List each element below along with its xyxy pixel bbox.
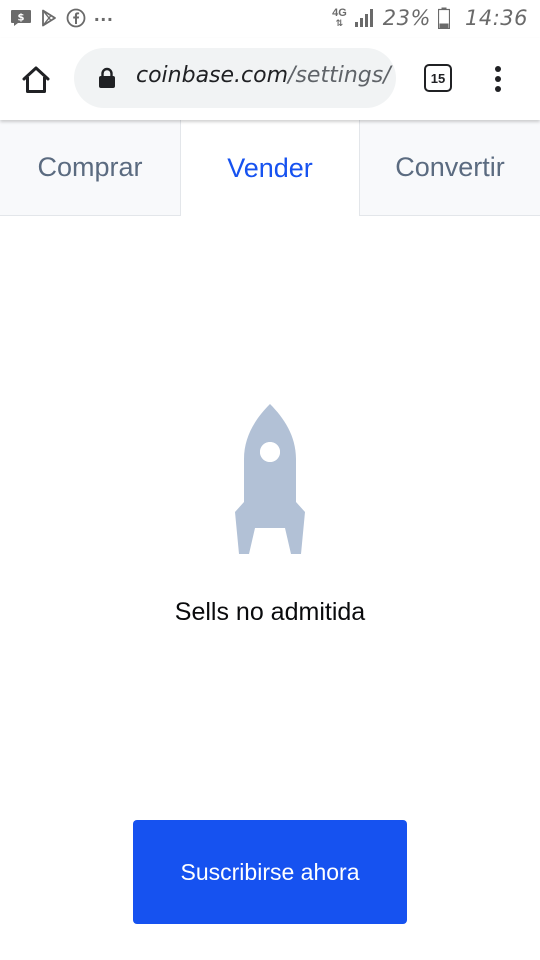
data-arrows-icon: ⇅ xyxy=(335,18,344,28)
home-icon xyxy=(22,66,50,93)
address-bar[interactable]: coinbase.com/settings/ xyxy=(74,48,396,108)
menu-dot xyxy=(495,66,501,72)
more-vertical-icon[interactable] xyxy=(486,62,510,96)
browser-toolbar: coinbase.com/settings/ 15 xyxy=(0,38,540,120)
svg-text:$: $ xyxy=(18,13,25,24)
tab-count: 15 xyxy=(430,70,446,86)
lock-icon xyxy=(99,67,115,88)
overflow-indicator: ... xyxy=(94,3,114,26)
system-indicators: 4G ⇅ 23% 14:36 xyxy=(332,6,528,30)
play-store-icon xyxy=(42,9,56,27)
battery-icon xyxy=(437,7,450,29)
menu-dot xyxy=(495,86,501,92)
url-path: /settings/ xyxy=(288,63,391,88)
facebook-icon xyxy=(66,8,86,28)
subscribe-button[interactable]: Suscribirse ahora xyxy=(133,820,407,924)
trade-tabs: Comprar Vender Convertir xyxy=(0,120,540,216)
url-host: coinbase.com xyxy=(136,63,289,88)
notification-icons: $ ... xyxy=(10,4,114,28)
signal-icon xyxy=(354,9,373,27)
menu-dot xyxy=(495,76,501,82)
message-dollar-icon: $ xyxy=(11,10,31,26)
network-type: 4G ⇅ xyxy=(332,7,347,29)
empty-state-message: Sells no admitida xyxy=(174,598,366,626)
tab-convertir[interactable]: Convertir xyxy=(360,120,540,216)
tab-comprar[interactable]: Comprar xyxy=(0,120,180,216)
url-text: coinbase.com/settings/ xyxy=(136,63,391,88)
status-bar: $ ... 4G ⇅ 23% 14:36 xyxy=(0,0,540,38)
tab-vender[interactable]: Vender xyxy=(180,120,360,216)
home-button[interactable] xyxy=(14,60,58,100)
battery-percent: 23% xyxy=(382,6,431,30)
network-type-label: 4G xyxy=(332,7,347,19)
clock: 14:36 xyxy=(464,6,528,30)
rocket-icon xyxy=(235,404,305,554)
tab-switcher-button[interactable]: 15 xyxy=(424,64,452,92)
